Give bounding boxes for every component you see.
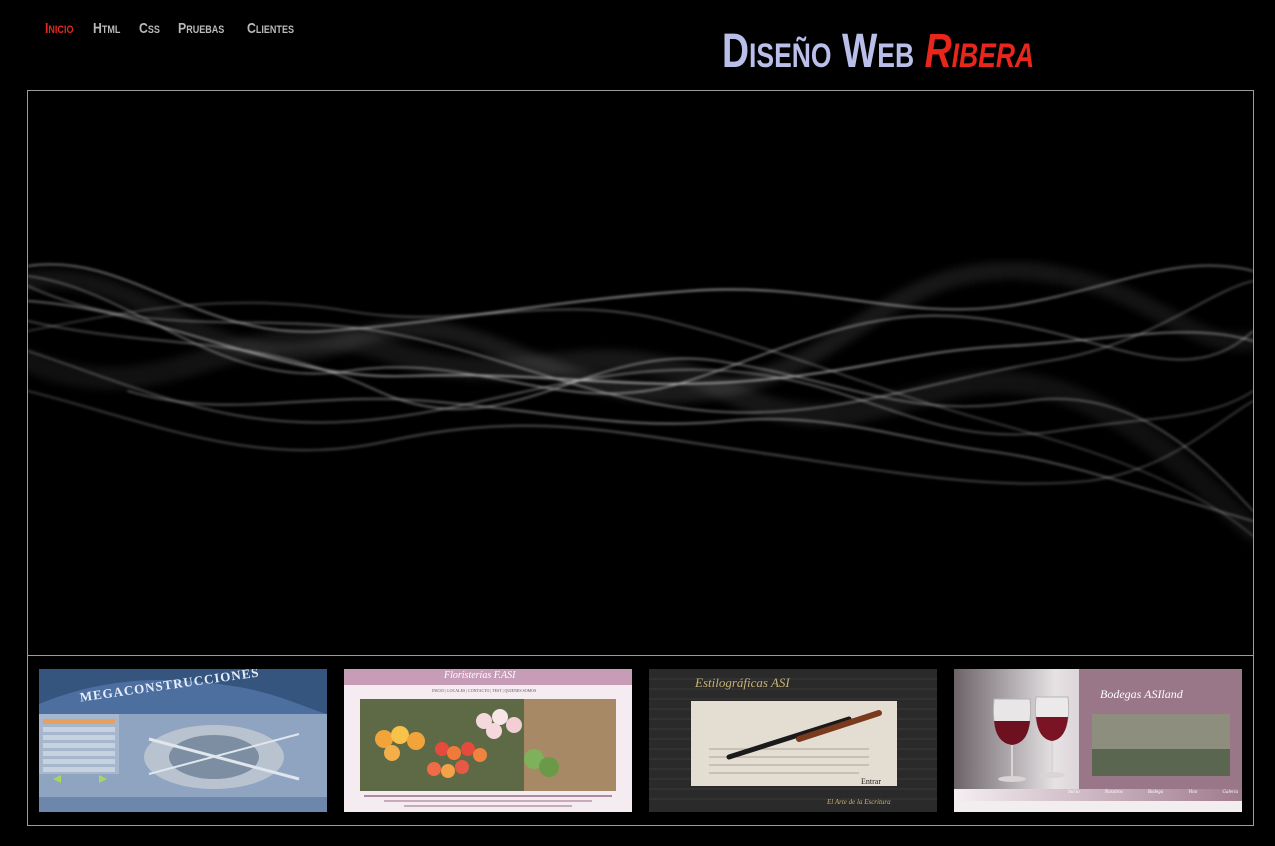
thumb-estilograficas[interactable]: Estilográficas ASI Entrar El Arte de la …: [649, 669, 937, 812]
nav-item-css[interactable]: Css: [139, 20, 160, 37]
thumb-3-enter-link[interactable]: Entrar: [861, 777, 881, 786]
hero-banner: [27, 90, 1254, 656]
thumb-4-menu-item[interactable]: Vino: [1188, 790, 1197, 795]
nav-item-inicio[interactable]: Inicio: [45, 20, 73, 37]
thumb-4-title: Bodegas ASIland: [1100, 687, 1183, 701]
thumb-2-title: Floristerías F.ASI: [444, 670, 516, 681]
site-title: Diseño Web Ribera: [722, 22, 1034, 82]
thumb-4-menu-item[interactable]: Inicio: [1068, 790, 1080, 795]
main-nav: Inicio Html Css Pruebas Clientes: [45, 20, 304, 37]
thumb-3-title: Estilográficas ASI: [695, 675, 790, 690]
thumb-4-menu: Inicio Nosotros Bodega Vino Galeria: [1068, 790, 1238, 795]
thumb-4-menu-item[interactable]: Bodega: [1148, 790, 1163, 795]
nav-item-clientes[interactable]: Clientes: [247, 20, 294, 37]
nav-item-pruebas[interactable]: Pruebas: [178, 20, 224, 37]
estilograficas-preview: [649, 669, 937, 812]
site-title-word-2: Web: [841, 25, 915, 78]
hero-smoke-wave-image: [28, 261, 1253, 542]
thumb-2-nav: INICIO | LOCALES | CONTACTO | TEST | QUI…: [432, 688, 537, 693]
thumb-4-menu-item[interactable]: Galeria: [1222, 790, 1238, 795]
thumb-floristerias[interactable]: Floristerías F.ASI INICIO | LOCALES | CO…: [344, 669, 632, 812]
thumb-bodegas[interactable]: Bodegas ASIland Inicio Nosotros Bodega V…: [954, 669, 1242, 812]
thumb-4-menu-item[interactable]: Nosotros: [1105, 790, 1123, 795]
thumb-3-footer: El Arte de la Escritura: [827, 798, 891, 806]
thumb-megaconstrucciones[interactable]: MEGACONSTRUCCIONES: [39, 669, 327, 812]
site-title-word-3: Ribera: [924, 25, 1035, 78]
client-thumbnails: MEGACONSTRUCCIONES Floristerías F.ASI IN…: [27, 655, 1254, 826]
nav-item-html[interactable]: Html: [93, 20, 120, 37]
site-title-word-1: Diseño: [722, 25, 832, 78]
